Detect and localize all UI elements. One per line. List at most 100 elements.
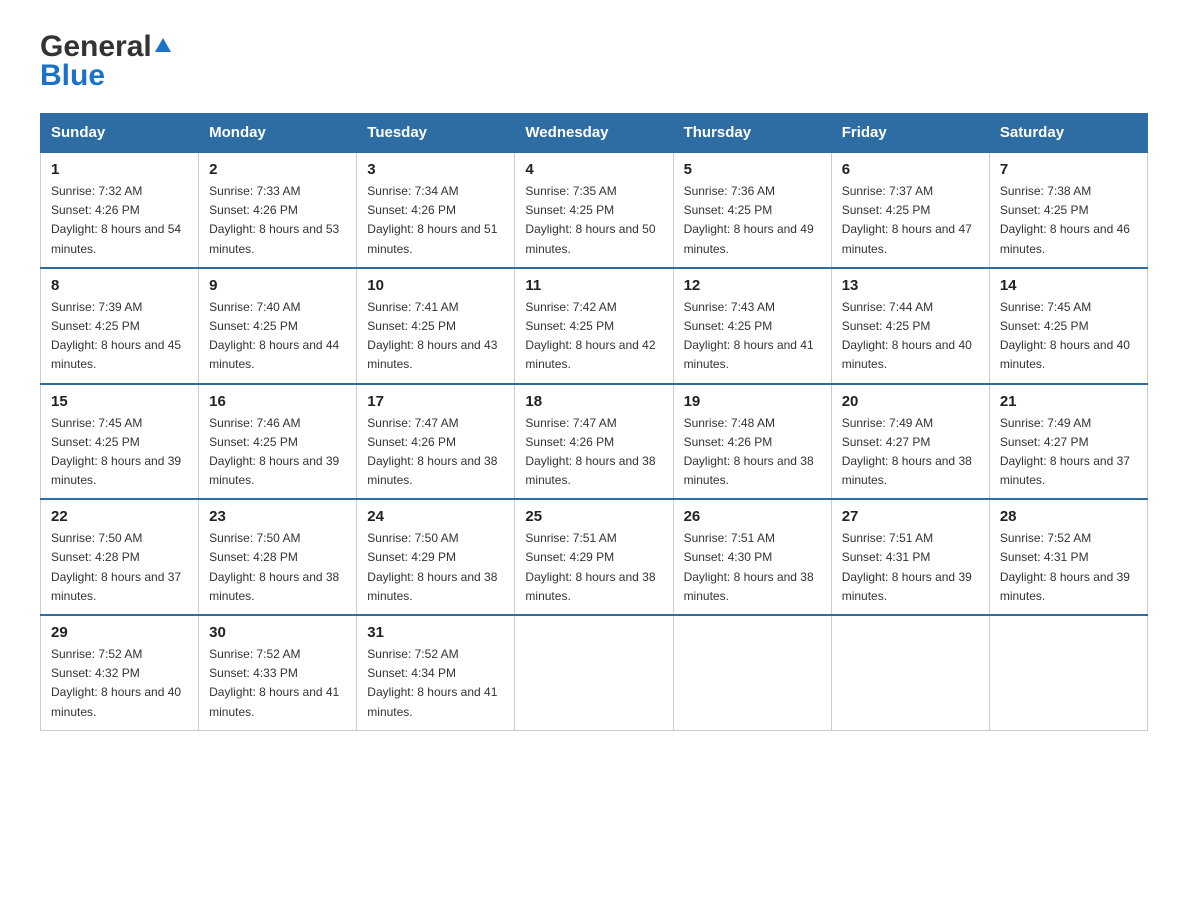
day-info: Sunrise: 7:45 AMSunset: 4:25 PMDaylight:… [1000,300,1130,372]
day-info: Sunrise: 7:52 AMSunset: 4:34 PMDaylight:… [367,647,497,719]
day-number: 10 [367,277,504,294]
page-header: General Blue [40,30,1148,93]
day-info: Sunrise: 7:51 AMSunset: 4:29 PMDaylight:… [525,531,655,603]
day-number: 9 [209,277,346,294]
col-header-friday: Friday [831,114,989,153]
calendar-cell [673,615,831,730]
calendar-cell: 25 Sunrise: 7:51 AMSunset: 4:29 PMDaylig… [515,499,673,615]
day-info: Sunrise: 7:48 AMSunset: 4:26 PMDaylight:… [684,416,814,488]
logo-blue-text: Blue [40,59,105,93]
calendar-cell: 12 Sunrise: 7:43 AMSunset: 4:25 PMDaylig… [673,268,831,384]
logo: General Blue [40,30,171,93]
day-number: 28 [1000,508,1137,525]
col-header-thursday: Thursday [673,114,831,153]
day-number: 25 [525,508,662,525]
col-header-saturday: Saturday [989,114,1147,153]
day-info: Sunrise: 7:42 AMSunset: 4:25 PMDaylight:… [525,300,655,372]
day-info: Sunrise: 7:32 AMSunset: 4:26 PMDaylight:… [51,184,181,256]
calendar-cell: 18 Sunrise: 7:47 AMSunset: 4:26 PMDaylig… [515,384,673,500]
day-number: 21 [1000,393,1137,410]
calendar-cell: 26 Sunrise: 7:51 AMSunset: 4:30 PMDaylig… [673,499,831,615]
calendar-cell: 5 Sunrise: 7:36 AMSunset: 4:25 PMDayligh… [673,152,831,268]
day-number: 3 [367,161,504,178]
day-info: Sunrise: 7:40 AMSunset: 4:25 PMDaylight:… [209,300,339,372]
calendar-cell [831,615,989,730]
day-info: Sunrise: 7:52 AMSunset: 4:31 PMDaylight:… [1000,531,1130,603]
day-info: Sunrise: 7:52 AMSunset: 4:33 PMDaylight:… [209,647,339,719]
day-info: Sunrise: 7:33 AMSunset: 4:26 PMDaylight:… [209,184,339,256]
day-number: 11 [525,277,662,294]
calendar-cell: 10 Sunrise: 7:41 AMSunset: 4:25 PMDaylig… [357,268,515,384]
day-info: Sunrise: 7:47 AMSunset: 4:26 PMDaylight:… [367,416,497,488]
day-info: Sunrise: 7:38 AMSunset: 4:25 PMDaylight:… [1000,184,1130,256]
calendar-cell: 19 Sunrise: 7:48 AMSunset: 4:26 PMDaylig… [673,384,831,500]
day-number: 20 [842,393,979,410]
day-number: 4 [525,161,662,178]
week-row-3: 15 Sunrise: 7:45 AMSunset: 4:25 PMDaylig… [41,384,1148,500]
day-info: Sunrise: 7:49 AMSunset: 4:27 PMDaylight:… [842,416,972,488]
calendar-cell: 30 Sunrise: 7:52 AMSunset: 4:33 PMDaylig… [199,615,357,730]
day-info: Sunrise: 7:43 AMSunset: 4:25 PMDaylight:… [684,300,814,372]
day-info: Sunrise: 7:45 AMSunset: 4:25 PMDaylight:… [51,416,181,488]
week-row-4: 22 Sunrise: 7:50 AMSunset: 4:28 PMDaylig… [41,499,1148,615]
day-number: 12 [684,277,821,294]
calendar-cell: 20 Sunrise: 7:49 AMSunset: 4:27 PMDaylig… [831,384,989,500]
calendar-cell: 14 Sunrise: 7:45 AMSunset: 4:25 PMDaylig… [989,268,1147,384]
calendar-cell: 21 Sunrise: 7:49 AMSunset: 4:27 PMDaylig… [989,384,1147,500]
calendar-cell: 9 Sunrise: 7:40 AMSunset: 4:25 PMDayligh… [199,268,357,384]
day-info: Sunrise: 7:49 AMSunset: 4:27 PMDaylight:… [1000,416,1130,488]
day-number: 18 [525,393,662,410]
day-number: 17 [367,393,504,410]
day-info: Sunrise: 7:50 AMSunset: 4:28 PMDaylight:… [51,531,181,603]
day-info: Sunrise: 7:36 AMSunset: 4:25 PMDaylight:… [684,184,814,256]
week-row-2: 8 Sunrise: 7:39 AMSunset: 4:25 PMDayligh… [41,268,1148,384]
day-number: 15 [51,393,188,410]
day-number: 26 [684,508,821,525]
day-number: 24 [367,508,504,525]
calendar-cell: 27 Sunrise: 7:51 AMSunset: 4:31 PMDaylig… [831,499,989,615]
calendar-cell: 7 Sunrise: 7:38 AMSunset: 4:25 PMDayligh… [989,152,1147,268]
day-number: 14 [1000,277,1137,294]
day-number: 22 [51,508,188,525]
day-number: 2 [209,161,346,178]
col-header-wednesday: Wednesday [515,114,673,153]
day-number: 29 [51,624,188,641]
day-info: Sunrise: 7:50 AMSunset: 4:28 PMDaylight:… [209,531,339,603]
calendar-cell: 4 Sunrise: 7:35 AMSunset: 4:25 PMDayligh… [515,152,673,268]
col-header-monday: Monday [199,114,357,153]
day-info: Sunrise: 7:52 AMSunset: 4:32 PMDaylight:… [51,647,181,719]
day-number: 7 [1000,161,1137,178]
day-info: Sunrise: 7:34 AMSunset: 4:26 PMDaylight:… [367,184,497,256]
day-info: Sunrise: 7:51 AMSunset: 4:31 PMDaylight:… [842,531,972,603]
calendar-cell [989,615,1147,730]
day-number: 8 [51,277,188,294]
day-info: Sunrise: 7:39 AMSunset: 4:25 PMDaylight:… [51,300,181,372]
col-header-sunday: Sunday [41,114,199,153]
day-info: Sunrise: 7:44 AMSunset: 4:25 PMDaylight:… [842,300,972,372]
day-number: 27 [842,508,979,525]
week-row-5: 29 Sunrise: 7:52 AMSunset: 4:32 PMDaylig… [41,615,1148,730]
day-info: Sunrise: 7:47 AMSunset: 4:26 PMDaylight:… [525,416,655,488]
calendar-cell: 29 Sunrise: 7:52 AMSunset: 4:32 PMDaylig… [41,615,199,730]
calendar-cell: 24 Sunrise: 7:50 AMSunset: 4:29 PMDaylig… [357,499,515,615]
calendar-cell: 13 Sunrise: 7:44 AMSunset: 4:25 PMDaylig… [831,268,989,384]
calendar-cell: 6 Sunrise: 7:37 AMSunset: 4:25 PMDayligh… [831,152,989,268]
calendar-cell [515,615,673,730]
day-number: 31 [367,624,504,641]
day-number: 19 [684,393,821,410]
calendar-cell: 28 Sunrise: 7:52 AMSunset: 4:31 PMDaylig… [989,499,1147,615]
calendar-cell: 2 Sunrise: 7:33 AMSunset: 4:26 PMDayligh… [199,152,357,268]
calendar-cell: 31 Sunrise: 7:52 AMSunset: 4:34 PMDaylig… [357,615,515,730]
day-info: Sunrise: 7:41 AMSunset: 4:25 PMDaylight:… [367,300,497,372]
calendar-table: SundayMondayTuesdayWednesdayThursdayFrid… [40,113,1148,731]
day-number: 16 [209,393,346,410]
week-row-1: 1 Sunrise: 7:32 AMSunset: 4:26 PMDayligh… [41,152,1148,268]
day-info: Sunrise: 7:35 AMSunset: 4:25 PMDaylight:… [525,184,655,256]
day-number: 13 [842,277,979,294]
day-info: Sunrise: 7:46 AMSunset: 4:25 PMDaylight:… [209,416,339,488]
calendar-cell: 3 Sunrise: 7:34 AMSunset: 4:26 PMDayligh… [357,152,515,268]
calendar-cell: 17 Sunrise: 7:47 AMSunset: 4:26 PMDaylig… [357,384,515,500]
calendar-cell: 16 Sunrise: 7:46 AMSunset: 4:25 PMDaylig… [199,384,357,500]
calendar-cell: 11 Sunrise: 7:42 AMSunset: 4:25 PMDaylig… [515,268,673,384]
calendar-cell: 8 Sunrise: 7:39 AMSunset: 4:25 PMDayligh… [41,268,199,384]
